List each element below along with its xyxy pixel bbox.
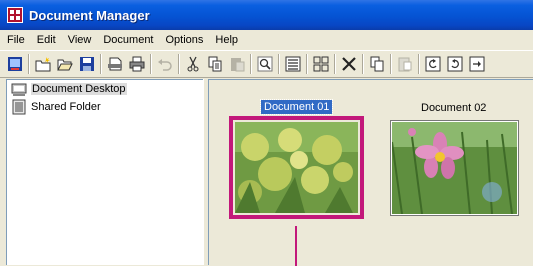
toolbar-separator	[418, 54, 420, 74]
app-icon	[7, 7, 23, 23]
pink-cosmos-flower-photo	[391, 122, 517, 215]
list-view-icon	[285, 56, 301, 72]
print-button[interactable]	[126, 53, 148, 75]
toolbar-separator	[28, 54, 30, 74]
title-bar[interactable]: Document Manager	[0, 0, 533, 30]
menu-file[interactable]: File	[3, 34, 31, 46]
new-folder-button[interactable]	[32, 53, 54, 75]
delete-icon	[342, 57, 356, 71]
toolbar-separator	[362, 54, 364, 74]
scan-icon	[108, 57, 122, 71]
new-folder-icon	[35, 57, 51, 72]
document-thumbnail[interactable]	[390, 120, 519, 216]
toolbar-separator	[150, 54, 152, 74]
copy-page-icon	[370, 56, 384, 72]
toolbar-separator	[390, 54, 392, 74]
toolbar-separator	[278, 54, 280, 74]
paste-button[interactable]	[226, 53, 248, 75]
print-icon	[129, 56, 145, 72]
list-view-button[interactable]	[282, 53, 304, 75]
search-icon	[257, 56, 273, 72]
toolbar-separator	[306, 54, 308, 74]
tree-item-shared-folder[interactable]: Shared Folder	[7, 98, 203, 116]
window-title: Document Manager	[29, 7, 150, 23]
desktop-icon	[11, 83, 27, 96]
desktop-icon	[8, 57, 22, 71]
undo-icon	[158, 59, 172, 71]
menu-bar: File Edit View Document Options Help	[0, 30, 533, 50]
delete-button[interactable]	[338, 53, 360, 75]
search-button[interactable]	[254, 53, 276, 75]
paste-page-button[interactable]	[394, 53, 416, 75]
cut-icon	[187, 56, 199, 72]
toolbar-separator	[178, 54, 180, 74]
copy-icon	[208, 56, 222, 72]
callout-line	[295, 226, 297, 266]
tree-item-label: Document Desktop	[31, 83, 127, 95]
undo-button[interactable]	[154, 53, 176, 75]
shared-folder-icon	[12, 99, 26, 115]
document-thumbnail-selected[interactable]	[229, 116, 364, 219]
document-view: Document 01 Document 02	[208, 79, 533, 266]
desktop-button[interactable]	[4, 53, 26, 75]
yellow-wildflowers-photo	[235, 122, 358, 213]
document-label[interactable]: Document 01	[259, 99, 334, 115]
open-folder-button[interactable]	[54, 53, 76, 75]
toolbar-separator	[100, 54, 102, 74]
rotate-right-icon	[447, 56, 463, 72]
save-button[interactable]	[76, 53, 98, 75]
rotate-left-icon	[425, 56, 441, 72]
open-folder-icon	[57, 59, 73, 71]
tree-item-document-desktop[interactable]: Document Desktop	[7, 80, 203, 98]
toolbar-separator	[334, 54, 336, 74]
next-page-button[interactable]	[466, 53, 488, 75]
rotate-left-button[interactable]	[422, 53, 444, 75]
cut-button[interactable]	[182, 53, 204, 75]
tree-item-label: Shared Folder	[31, 101, 101, 113]
scan-button[interactable]	[104, 53, 126, 75]
thumbnail-view-icon	[313, 56, 329, 72]
copy-button[interactable]	[204, 53, 226, 75]
rotate-right-button[interactable]	[444, 53, 466, 75]
folder-tree: Document Desktop Shared Folder	[6, 79, 203, 265]
document-label[interactable]: Document 02	[421, 102, 486, 114]
menu-options[interactable]: Options	[160, 34, 210, 46]
menu-document[interactable]: Document	[97, 34, 159, 46]
next-page-icon	[469, 56, 485, 72]
paste-icon	[231, 58, 245, 72]
thumbnail-view-button[interactable]	[310, 53, 332, 75]
toolbar-separator	[250, 54, 252, 74]
toolbar	[0, 50, 533, 78]
save-icon	[80, 57, 94, 71]
paste-page-icon	[398, 57, 412, 72]
menu-view[interactable]: View	[62, 34, 98, 46]
copy-page-button[interactable]	[366, 53, 388, 75]
menu-edit[interactable]: Edit	[31, 34, 62, 46]
menu-help[interactable]: Help	[209, 34, 244, 46]
